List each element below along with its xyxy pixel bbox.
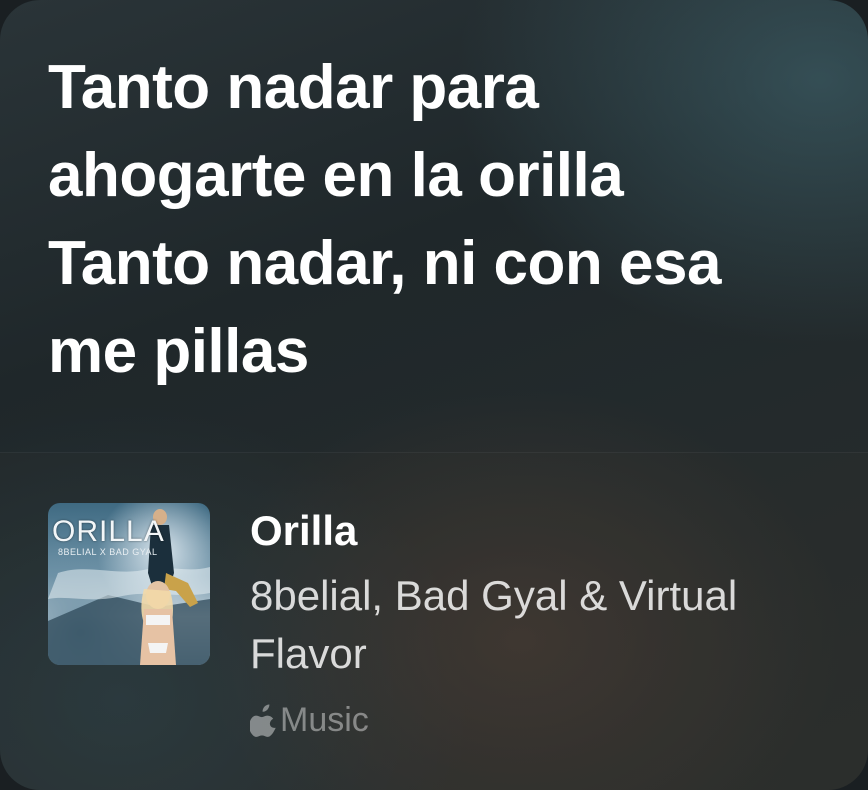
lyric-line-1: Tanto nadar para ahogarte en la orilla	[48, 53, 624, 210]
artwork-title: ORILLA	[52, 515, 165, 548]
lyrics-block: Tanto nadar para ahogarte en la orilla T…	[48, 44, 838, 396]
song-title[interactable]: Orilla	[250, 507, 357, 555]
artwork-subtitle: 8BELIAL X BAD GYAL	[58, 547, 158, 557]
song-artist: 8belial, Bad Gyal & Virtual Flavor	[250, 572, 738, 677]
siri-music-card[interactable]: Tanto nadar para ahogarte en la orilla T…	[0, 0, 868, 790]
source-label: Music	[280, 700, 369, 739]
apple-logo-icon	[250, 704, 276, 737]
source-apple-music[interactable]: Music	[250, 700, 369, 740]
lyric-line-2: Tanto nadar, ni con esa me pillas	[48, 229, 721, 386]
album-artwork[interactable]: ORILLA 8BELIAL X BAD GYAL	[48, 503, 210, 665]
